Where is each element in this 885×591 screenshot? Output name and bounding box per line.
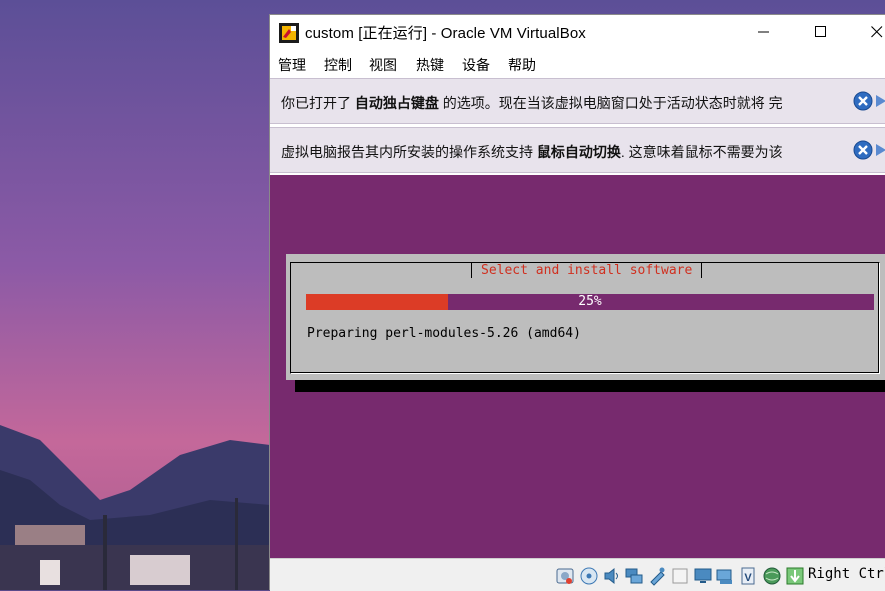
maximize-button[interactable]	[798, 15, 844, 49]
progress-label: 25%	[578, 294, 602, 309]
window-title: custom [正在运行] - Oracle VM VirtualBox	[305, 25, 586, 42]
installer-title: Select and install software	[471, 263, 703, 279]
close-icon	[871, 26, 883, 38]
mouse-integration-notification: 虚拟电脑报告其内所安装的操作系统支持 鼠标自动切换. 这意味着鼠标不需要为该	[270, 127, 885, 173]
globe-icon[interactable]	[762, 566, 782, 586]
audio-icon[interactable]	[602, 566, 622, 586]
host-key-label: Right Ctrl	[808, 566, 885, 582]
virtualbox-window: custom [正在运行] - Oracle VM VirtualBox 管理 …	[269, 14, 885, 591]
close-button[interactable]	[854, 15, 885, 49]
installer-frame: Select and install software 25% Preparin…	[290, 262, 880, 374]
menu-bar: 管理 控制 视图 热键 设备 帮助	[270, 51, 885, 77]
hard-disk-icon[interactable]	[555, 566, 575, 586]
cpu-v-icon[interactable]: V	[738, 566, 758, 586]
notification-message: 你已打开了 自动独占键盘 的选项。现在当该虚拟电脑窗口处于活动状态时就将 完	[281, 95, 783, 111]
menu-devices[interactable]: 设备	[462, 55, 490, 75]
menu-help[interactable]: 帮助	[508, 55, 536, 75]
video-capture-icon[interactable]	[715, 566, 735, 586]
installer-status-message: Preparing perl-modules-5.26 (amd64)	[307, 326, 581, 341]
maximize-icon	[815, 26, 826, 37]
notification-more-icon[interactable]	[874, 140, 885, 160]
usb-icon[interactable]	[647, 566, 667, 586]
virtualbox-app-icon	[279, 23, 299, 43]
svg-text:V: V	[744, 572, 752, 584]
title-bar[interactable]: custom [正在运行] - Oracle VM VirtualBox	[270, 15, 885, 49]
status-bar: V Right Ctrl	[270, 558, 885, 591]
notification-close-icon[interactable]	[853, 140, 873, 160]
minimize-button[interactable]	[741, 15, 787, 49]
install-progress-bar: 25%	[306, 294, 874, 310]
menu-manage[interactable]: 管理	[278, 55, 306, 75]
menu-control[interactable]: 控制	[324, 55, 352, 75]
installer-dialog: Select and install software 25% Preparin…	[286, 254, 885, 380]
vm-display[interactable]: Select and install software 25% Preparin…	[270, 175, 885, 558]
minimize-icon	[758, 31, 769, 33]
shared-folder-icon[interactable]	[670, 566, 690, 586]
menu-view[interactable]: 视图	[369, 55, 397, 75]
menu-hotkeys[interactable]: 热键	[416, 55, 444, 75]
optical-drive-icon[interactable]	[579, 566, 599, 586]
mouse-integration-icon[interactable]	[785, 566, 805, 586]
notification-close-icon[interactable]	[853, 91, 873, 111]
network-icon[interactable]	[624, 566, 644, 586]
notification-more-icon[interactable]	[874, 91, 885, 111]
notification-message: 虚拟电脑报告其内所安装的操作系统支持 鼠标自动切换. 这意味着鼠标不需要为该	[281, 144, 783, 160]
display-icon[interactable]	[693, 566, 713, 586]
keyboard-capture-notification: 你已打开了 自动独占键盘 的选项。现在当该虚拟电脑窗口处于活动状态时就将 完	[270, 78, 885, 124]
